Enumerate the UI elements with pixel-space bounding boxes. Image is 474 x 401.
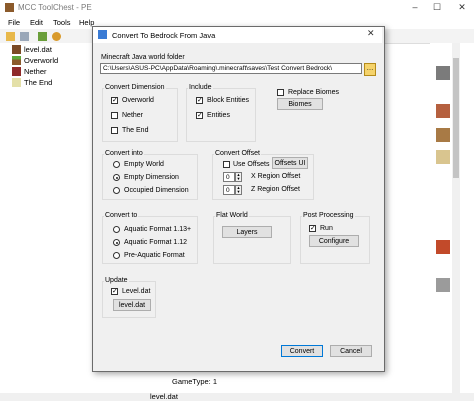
overworld-label: Overworld bbox=[122, 97, 154, 104]
layers-button[interactable]: Layers bbox=[222, 226, 272, 238]
use-offsets-checkbox[interactable] bbox=[223, 161, 230, 168]
x-offset-spinner-icon[interactable]: ▲ ▼ bbox=[235, 172, 242, 182]
dialog-title: Convert To Bedrock From Java bbox=[112, 31, 216, 40]
biomes-button[interactable]: Biomes bbox=[277, 98, 323, 110]
gravel-block-icon[interactable] bbox=[436, 278, 450, 292]
empty-dimension-label: Empty Dimension bbox=[124, 174, 179, 181]
maximize-icon[interactable]: ☐ bbox=[430, 1, 444, 14]
update-title: Update bbox=[104, 277, 129, 284]
path-label: Minecraft Java world folder bbox=[101, 54, 185, 61]
use-offsets-label: Use Offsets bbox=[233, 161, 270, 168]
tree-item-label: Nether bbox=[24, 67, 47, 76]
gametype-node[interactable]: GameType: 1 bbox=[172, 377, 217, 386]
tree-item-label: Overworld bbox=[24, 56, 59, 65]
replace-biomes-checkbox[interactable] bbox=[277, 89, 284, 96]
run-checkbox[interactable]: ✓ bbox=[309, 225, 316, 232]
cancel-button[interactable]: Cancel bbox=[330, 345, 372, 357]
tree-item-overworld[interactable]: Overworld bbox=[12, 56, 58, 65]
nether-label: Nether bbox=[122, 112, 144, 119]
grass-block-icon bbox=[12, 56, 21, 65]
overworld-checkbox[interactable]: ✓ bbox=[111, 97, 118, 104]
empty-world-radio[interactable] bbox=[113, 161, 120, 168]
entities-label: Entities bbox=[207, 112, 230, 119]
tree-item-the-end[interactable]: The End bbox=[12, 78, 52, 87]
aquatic-113-label: Aquatic Format 1.13+ bbox=[124, 226, 192, 233]
the-end-label: The End bbox=[122, 127, 149, 134]
replace-biomes-label: Replace Biomes bbox=[288, 89, 339, 96]
z-offset-spinner-icon[interactable]: ▲ ▼ bbox=[235, 185, 242, 195]
convert-into-title: Convert into bbox=[104, 150, 144, 157]
convert-to-title: Convert to bbox=[104, 212, 139, 219]
path-input[interactable]: C:\Users\ASUS-PC\AppData\Roaming\.minecr… bbox=[100, 63, 362, 74]
brick-block-icon[interactable] bbox=[436, 104, 450, 118]
tree-item-nether[interactable]: Nether bbox=[12, 67, 47, 76]
the-end-checkbox[interactable] bbox=[111, 127, 118, 134]
save-icon[interactable] bbox=[20, 32, 29, 41]
level-dat-label: Level.dat bbox=[122, 288, 151, 295]
occupied-dimension-radio[interactable] bbox=[113, 187, 120, 194]
run-label: Run bbox=[320, 225, 333, 232]
aquatic-112-label: Aquatic Format 1.12 bbox=[124, 239, 188, 246]
block-entities-checkbox[interactable]: ✓ bbox=[196, 97, 203, 104]
aquatic-112-radio[interactable] bbox=[113, 239, 120, 246]
convert-dimension-title: Convert Dimension bbox=[104, 84, 166, 91]
convert-button[interactable]: Convert bbox=[281, 345, 323, 357]
convert-icon[interactable] bbox=[38, 32, 47, 41]
menu-edit[interactable]: Edit bbox=[30, 18, 43, 27]
tree-item-label: The End bbox=[24, 78, 53, 87]
browse-folder-button[interactable]: … bbox=[364, 63, 376, 76]
sand-block-icon[interactable] bbox=[436, 150, 450, 164]
z-offset-label: Z Region Offset bbox=[251, 186, 300, 193]
pre-aquatic-label: Pre-Aquatic Format bbox=[124, 252, 185, 259]
level-dat-checkbox[interactable]: ✓ bbox=[111, 288, 118, 295]
include-title: Include bbox=[188, 84, 213, 91]
close-icon[interactable]: ✕ bbox=[455, 1, 469, 14]
tnt-block-icon[interactable] bbox=[436, 240, 450, 254]
menu-file[interactable]: File bbox=[8, 18, 20, 27]
empty-world-label: Empty World bbox=[124, 161, 164, 168]
x-offset-label: X Region Offset bbox=[251, 173, 301, 180]
world-tree bbox=[0, 43, 98, 393]
level-dat-button[interactable]: level.dat bbox=[113, 299, 151, 311]
dialog-close-icon[interactable]: ✕ bbox=[367, 28, 375, 39]
post-processing-title: Post Processing bbox=[302, 212, 355, 219]
occupied-dimension-label: Occupied Dimension bbox=[124, 187, 189, 194]
wood-block-icon[interactable] bbox=[436, 128, 450, 142]
x-offset-input[interactable]: 0 bbox=[223, 172, 235, 182]
tree-item-level[interactable]: level.dat bbox=[12, 45, 52, 54]
nether-checkbox[interactable] bbox=[111, 112, 118, 119]
netherrack-icon bbox=[12, 67, 21, 76]
flat-world-group bbox=[213, 216, 291, 264]
convert-offset-title: Convert Offset bbox=[214, 150, 262, 157]
window-title: MCC ToolChest - PE bbox=[18, 3, 92, 12]
z-offset-input[interactable]: 0 bbox=[223, 185, 235, 195]
app-icon bbox=[5, 3, 14, 12]
tree-item-label: level.dat bbox=[24, 45, 52, 54]
status-file: level.dat bbox=[150, 392, 178, 401]
search-icon[interactable] bbox=[52, 32, 61, 41]
menu-tools[interactable]: Tools bbox=[53, 18, 71, 27]
endstone-icon bbox=[12, 78, 21, 87]
level-icon bbox=[12, 45, 21, 54]
scrollbar-thumb[interactable] bbox=[453, 58, 459, 178]
open-folder-icon[interactable] bbox=[6, 32, 15, 41]
minimize-icon[interactable]: – bbox=[408, 1, 422, 14]
aquatic-113-radio[interactable] bbox=[113, 226, 120, 233]
offsets-ui-button[interactable]: Offsets UI bbox=[272, 157, 308, 169]
entities-checkbox[interactable]: ✓ bbox=[196, 112, 203, 119]
status-bar bbox=[0, 393, 474, 401]
configure-button[interactable]: Configure bbox=[309, 235, 359, 247]
block-entities-label: Block Entities bbox=[207, 97, 250, 104]
dialog-app-icon bbox=[98, 30, 107, 39]
pre-aquatic-radio[interactable] bbox=[113, 252, 120, 259]
stone-block-icon[interactable] bbox=[436, 66, 450, 80]
flat-world-title: Flat World bbox=[215, 212, 249, 219]
empty-dimension-radio[interactable] bbox=[113, 174, 120, 181]
